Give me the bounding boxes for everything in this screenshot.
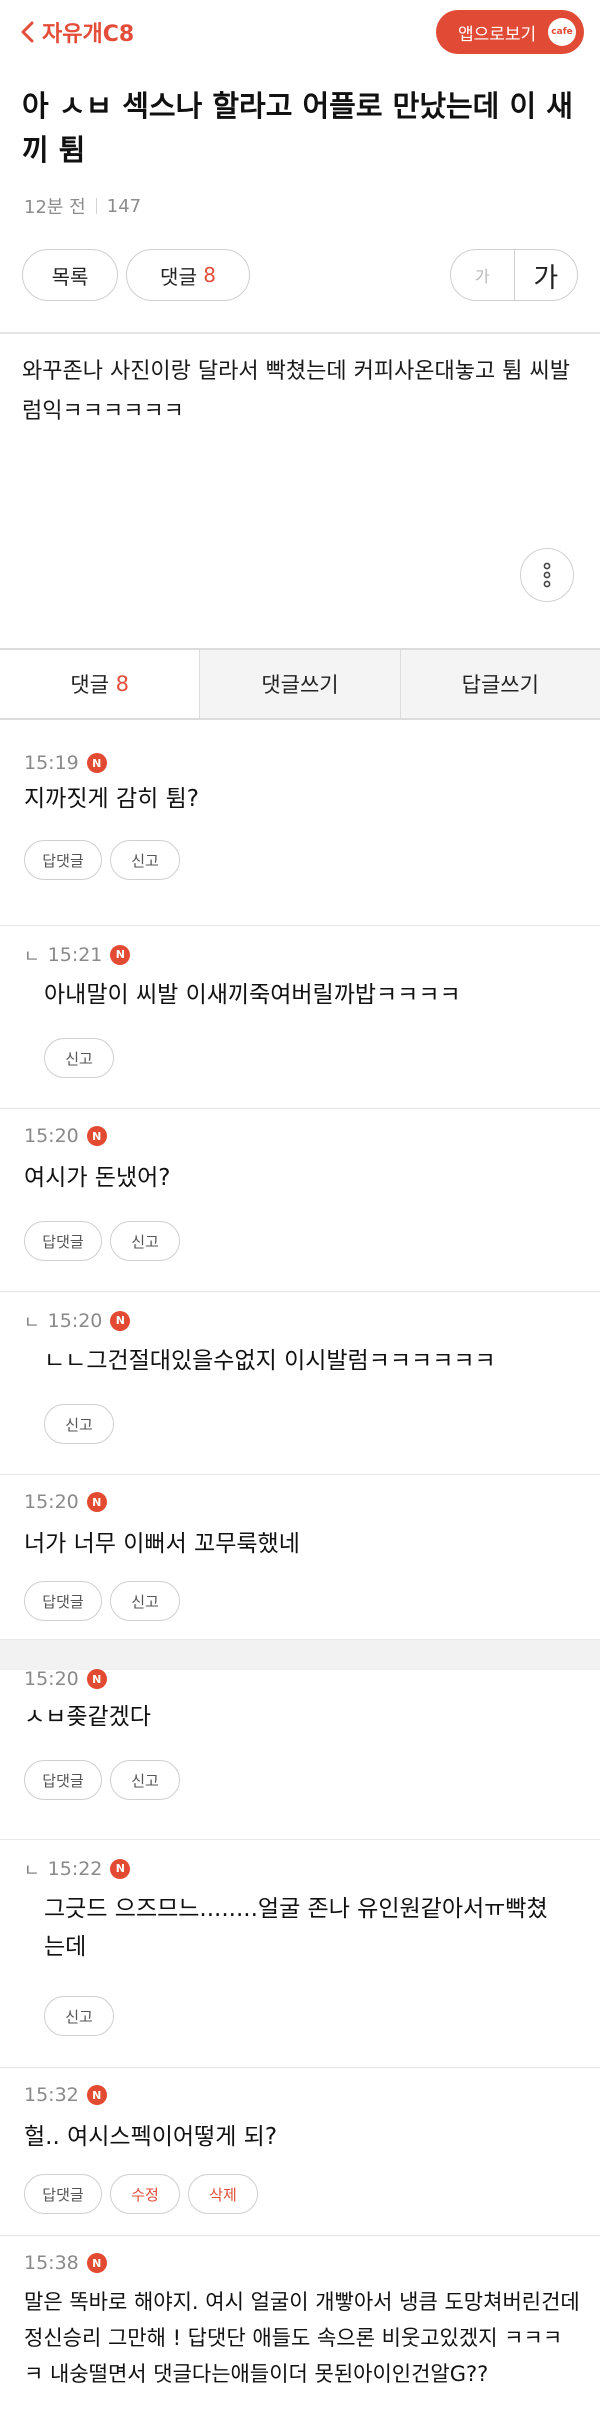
- tab-comments-count: 8: [115, 672, 130, 696]
- post-title: 아 ㅅㅂ 섹스나 할라고 어플로 만났는데 이 새끼 튐: [22, 89, 573, 167]
- list-button[interactable]: 목록: [22, 249, 118, 301]
- reply-comment-item: ㄴ 15:20 N ㄴㄴ그건절대있을수없지 이시발럼ㅋㅋㅋㅋㅋㅋ 신고: [0, 1292, 600, 1475]
- font-larger-button[interactable]: 가: [515, 250, 578, 300]
- reply-button[interactable]: 답댓글: [24, 1581, 102, 1621]
- open-in-app-button[interactable]: 앱으로보기 cafe: [436, 10, 584, 54]
- comment-time: 15:38: [24, 2252, 79, 2274]
- comment-time-row: ㄴ 15:20 N: [24, 1308, 131, 1333]
- new-badge: N: [86, 2253, 107, 2273]
- comment-item: 15:20 N ㅅㅂ좆같겠다 답댓글 신고: [0, 1668, 600, 1840]
- new-badge: N: [86, 2085, 107, 2105]
- tab-write-comment[interactable]: 댓글쓰기: [199, 650, 400, 718]
- font-smaller-button[interactable]: 가: [451, 250, 515, 300]
- new-badge: N: [110, 1310, 131, 1331]
- reply-marker: ㄴ: [24, 1861, 40, 1881]
- comment-time: 15:32: [24, 2084, 79, 2106]
- report-button[interactable]: 신고: [44, 1996, 114, 2036]
- comment-item: 15:20 N 너가 너무 이뻐서 꼬무룩했네 답댓글 신고: [0, 1475, 600, 1640]
- comment-time: 15:20: [24, 1668, 79, 1690]
- report-button[interactable]: 신고: [110, 1221, 180, 1261]
- comment-time-row: 15:32 N: [24, 2084, 107, 2106]
- reply-comment-item: ㄴ 15:22 N 그긋드 으즈므느........얼굴 존나 유인원같아서ㅠ빡…: [0, 1840, 600, 2068]
- reply-marker: ㄴ: [24, 947, 40, 967]
- report-button[interactable]: 신고: [110, 840, 180, 880]
- reply-marker: ㄴ: [24, 1313, 40, 1333]
- comment-tabs: 댓글 8 댓글쓰기 답글쓰기: [0, 648, 600, 720]
- divider: [0, 332, 600, 334]
- report-button[interactable]: 신고: [44, 1038, 114, 1078]
- new-badge: N: [86, 1669, 107, 1689]
- reply-button[interactable]: 답댓글: [24, 1221, 102, 1261]
- report-button[interactable]: 신고: [110, 1581, 180, 1621]
- report-button[interactable]: 신고: [44, 1404, 114, 1444]
- comment-item: 15:19 N 지까짓게 감히 튐? 답댓글 신고: [0, 752, 600, 926]
- comments-label: 댓글: [160, 264, 197, 289]
- comment-time: 15:20: [47, 1309, 103, 1332]
- comment-time: 15:22: [47, 1857, 103, 1880]
- tab-write-reply[interactable]: 답글쓰기: [399, 650, 600, 718]
- comment-time-row: 15:20 N: [24, 1491, 107, 1513]
- delete-button[interactable]: 삭제: [188, 2174, 258, 2214]
- comment-item: 15:38 N 말은 똑바로 해야지. 여시 얼굴이 개빻아서 냉큼 도망쳐버린…: [0, 2236, 600, 2436]
- more-vertical-icon: [543, 562, 551, 588]
- comment-time-row: 15:20 N: [24, 1668, 107, 1690]
- report-button[interactable]: 신고: [110, 1760, 180, 1800]
- new-badge: N: [110, 1858, 131, 1879]
- post-body: 와꾸존나 사진이랑 달라서 빡쳤는데 커피사온대놓고 튐 씨발럼익ㅋㅋㅋㅋㅋㅋ: [22, 359, 570, 424]
- post-views: 147: [106, 195, 142, 217]
- comment-text: ㄴㄴ그건절대있을수없지 이시발럼ㅋㅋㅋㅋㅋㅋ: [44, 1348, 496, 1374]
- comment-text: 여시가 돈냈어?: [24, 1165, 171, 1191]
- top-bar: 자유개C8 앱으로보기 cafe: [0, 0, 600, 64]
- cafe-icon: cafe: [548, 18, 576, 46]
- comment-time: 15:20: [24, 1491, 79, 1513]
- comment-item: 15:20 N 여시가 돈냈어? 답댓글 신고: [0, 1109, 600, 1292]
- list-label: 목록: [51, 264, 89, 289]
- tab-comments[interactable]: 댓글 8: [0, 650, 200, 718]
- comment-time-row: ㄴ 15:22 N: [24, 1856, 131, 1881]
- comment-text: 헐.. 여시스펙이어떻게 되?: [24, 2124, 278, 2150]
- reply-button[interactable]: 답댓글: [24, 2174, 102, 2214]
- comment-text: ㅅㅂ좆같겠다: [24, 1704, 151, 1730]
- comment-time: 15:20: [24, 1125, 79, 1147]
- comment-text: 아내말이 씨발 이새끼죽여버릴까밥ㅋㅋㅋㅋ: [44, 982, 461, 1008]
- reply-button[interactable]: 답댓글: [24, 840, 102, 880]
- edit-button[interactable]: 수정: [110, 2174, 180, 2214]
- comments-count: 8: [203, 263, 216, 287]
- back-button[interactable]: 자유개C8: [20, 16, 134, 48]
- open-in-app-label: 앱으로보기: [458, 24, 537, 45]
- comment-time-row: ㄴ 15:21 N: [24, 942, 131, 967]
- comment-time: 15:21: [47, 943, 103, 966]
- new-badge: N: [86, 1492, 107, 1512]
- comment-time-row: 15:19 N: [24, 752, 107, 774]
- post-meta: 12분 전 147: [24, 193, 141, 219]
- post-time: 12분 전: [24, 197, 86, 218]
- new-badge: N: [86, 1126, 107, 1146]
- board-name: 자유개C8: [42, 22, 135, 47]
- chevron-left-icon: [21, 21, 34, 43]
- comment-text: 지까짓게 감히 튐?: [24, 786, 199, 812]
- comments-button[interactable]: 댓글 8: [126, 249, 250, 301]
- tab-comments-label: 댓글: [70, 673, 109, 697]
- comment-text: 너가 너무 이뻐서 꼬무룩했네: [24, 1531, 300, 1557]
- comment-time: 15:19: [24, 752, 79, 774]
- font-size-control: 가 가: [450, 249, 578, 301]
- new-badge: N: [86, 753, 107, 773]
- comment-text: 말은 똑바로 해야지. 여시 얼굴이 개빻아서 냉큼 도망쳐버린건데 정신승리 …: [24, 2290, 580, 2386]
- meta-divider: [95, 198, 97, 214]
- comment-time-row: 15:38 N: [24, 2252, 107, 2274]
- screenshot-seam: [0, 1640, 600, 1670]
- comment-time-row: 15:20 N: [24, 1125, 107, 1147]
- new-badge: N: [110, 944, 131, 965]
- my-comment-item: 15:32 N 헐.. 여시스펙이어떻게 되? 답댓글 수정 삭제: [0, 2068, 600, 2236]
- comment-text: 그긋드 으즈므느........얼굴 존나 유인원같아서ㅠ빡쳤는데: [44, 1896, 548, 1960]
- reply-comment-item: ㄴ 15:21 N 아내말이 씨발 이새끼죽여버릴까밥ㅋㅋㅋㅋ 신고: [0, 926, 600, 1109]
- reply-button[interactable]: 답댓글: [24, 1760, 102, 1800]
- more-options-button[interactable]: [520, 548, 574, 602]
